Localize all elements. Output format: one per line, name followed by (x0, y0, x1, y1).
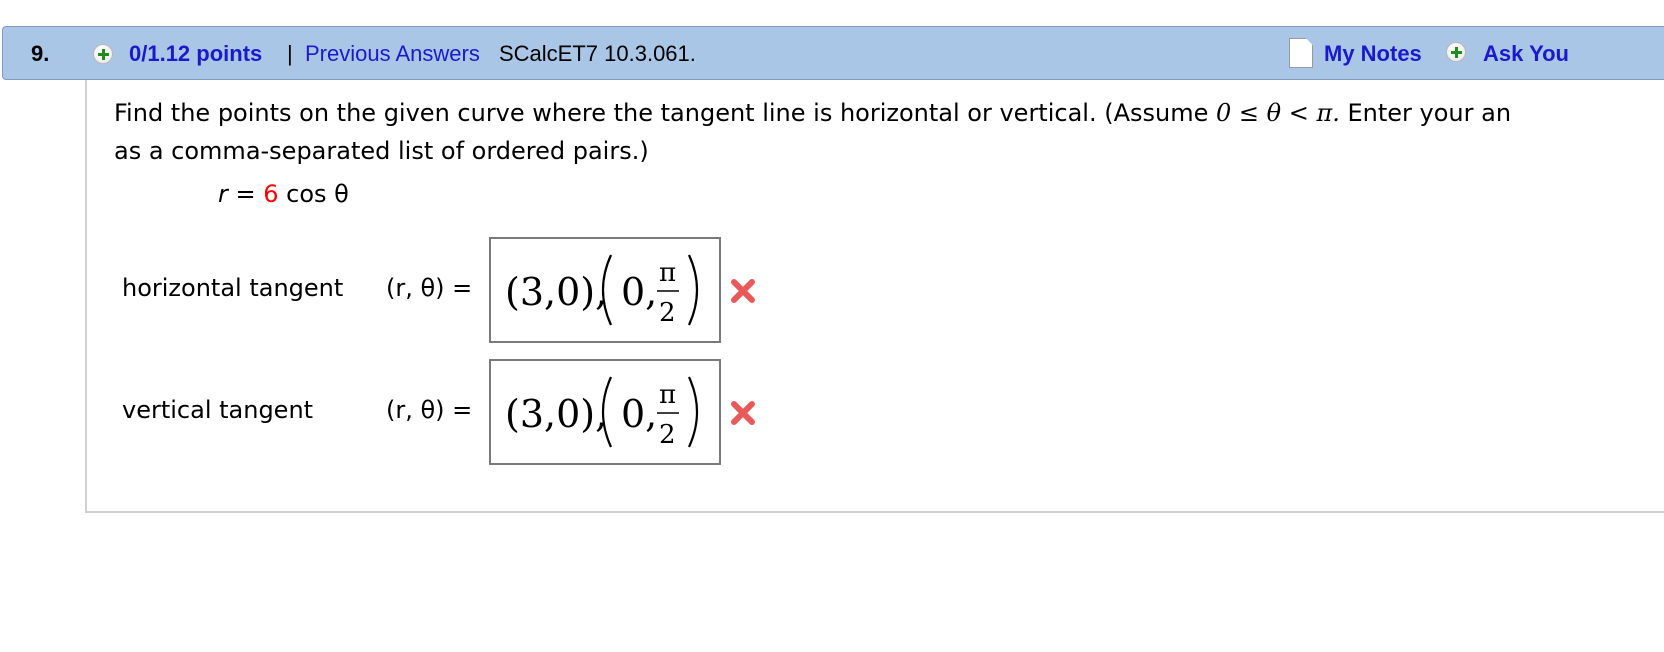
svg-text:π: π (659, 258, 676, 288)
header-separator: | (287, 41, 293, 66)
vertical-tangent-label: vertical tangent (122, 396, 314, 424)
horizontal-tangent-label: horizontal tangent (122, 274, 344, 302)
equation-lhs: r (218, 180, 228, 208)
svg-text:(3,0),: (3,0), (505, 270, 607, 314)
equation-coefficient: 6 (263, 180, 279, 208)
svg-text:2: 2 (659, 420, 676, 450)
x-mark-icon (731, 279, 755, 303)
previous-answers-link[interactable]: Previous Answers (305, 27, 480, 81)
ask-your-teacher-link[interactable]: Ask You (1483, 27, 1569, 81)
problem-code: SCalcET7 10.3.061. (499, 41, 696, 66)
question-text: Find the points on the given curve where… (114, 94, 1664, 170)
vertical-tangent-answer[interactable]: (3,0), 0, π 2 (489, 359, 721, 465)
answer-formula: (3,0), 0, π 2 (505, 376, 699, 450)
question-header: 9. 0/1.12 points | Previous Answers SCal… (2, 26, 1664, 80)
horizontal-tangent-prefix: (r, θ) = (386, 274, 473, 302)
equation-rhs: cos θ (278, 180, 349, 208)
equation-equals: = (227, 180, 264, 208)
horizontal-tangent-answer[interactable]: (3,0), 0, π 2 (489, 237, 721, 343)
plus-circle-icon[interactable] (93, 44, 113, 64)
curve-equation: r = 6 cos θ (218, 180, 349, 208)
x-mark-icon (731, 401, 755, 425)
answer-formula: (3,0), 0, π 2 (505, 254, 699, 328)
svg-text:2: 2 (659, 298, 676, 328)
question-line1-end: Enter your an (1339, 99, 1512, 127)
theta-range: 0 ≤ θ < π. (1215, 99, 1340, 127)
my-notes-link[interactable]: My Notes (1324, 27, 1422, 81)
question-number: 9. (31, 41, 50, 66)
svg-text:0,: 0, (621, 392, 657, 436)
svg-text:0,: 0, (621, 270, 657, 314)
question-line2: as a comma-separated list of ordered pai… (114, 137, 649, 165)
svg-text:π: π (659, 380, 676, 410)
points-link[interactable]: 0/1.12 points (129, 27, 262, 81)
svg-text:(3,0),: (3,0), (505, 392, 607, 436)
plus-circle-icon[interactable] (1446, 42, 1466, 62)
vertical-tangent-prefix: (r, θ) = (386, 396, 473, 424)
document-icon[interactable] (1289, 38, 1313, 68)
question-line1-start: Find the points on the given curve where… (114, 99, 1216, 127)
